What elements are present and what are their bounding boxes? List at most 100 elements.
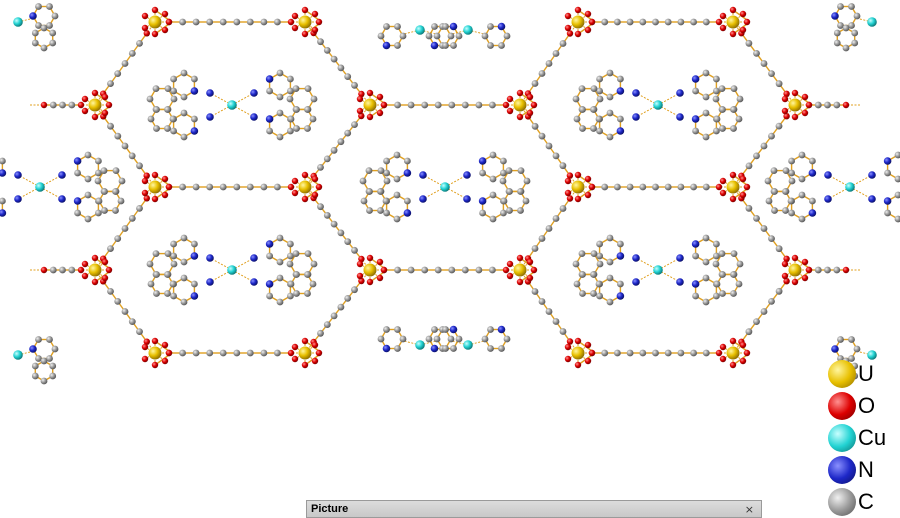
carbon-atom <box>260 183 268 191</box>
carbon-atom <box>596 75 603 83</box>
carbon-atom <box>531 80 539 87</box>
oxygen-atom <box>842 266 850 274</box>
oxygen-atom <box>151 337 159 345</box>
oxygen-atom <box>564 343 572 351</box>
carbon-atom <box>84 151 92 159</box>
carbon-atom <box>153 271 160 278</box>
oxygen-atom <box>380 101 388 109</box>
carbon-atom <box>498 345 505 352</box>
oxygen-atom <box>791 113 799 121</box>
carbon-atom <box>51 12 59 20</box>
carbon-atom <box>617 115 624 123</box>
nitrogen-atom <box>824 195 832 203</box>
nitrogen-atom <box>403 169 412 177</box>
carbon-atom <box>559 205 567 212</box>
carbon-atom <box>431 23 438 30</box>
oxygen-atom <box>781 107 789 115</box>
carbon-atom <box>538 298 546 305</box>
copper-atom <box>415 25 425 35</box>
carbon-atom <box>718 85 726 92</box>
nitrogen-atom <box>497 22 506 31</box>
carbon-atom <box>274 349 281 357</box>
carbon-atom <box>487 42 494 49</box>
carbon-atom <box>112 167 120 175</box>
carbon-atom <box>31 39 39 47</box>
carbon-atom <box>753 152 760 160</box>
carbon-atom <box>606 93 614 101</box>
carbon-atom <box>702 69 710 77</box>
oxygen-atom <box>743 18 751 26</box>
legend-item-carbon: C <box>828 486 900 518</box>
carbon-atom <box>579 125 586 132</box>
close-icon[interactable]: × <box>742 503 757 516</box>
nitrogen-atom <box>616 87 625 95</box>
nitrogen-atom <box>883 197 892 205</box>
element-legend: U O Cu N C <box>828 358 900 518</box>
carbon-atom <box>481 32 489 40</box>
carbon-atom <box>383 326 390 333</box>
carbon-atom <box>442 23 449 30</box>
oxygen-ball-icon <box>828 392 856 420</box>
carbon-atom <box>292 85 300 92</box>
nitrogen-atom <box>58 195 66 203</box>
carbon-atom <box>596 127 603 135</box>
oxygen-atom <box>719 177 727 185</box>
oxygen-atom <box>81 107 89 115</box>
oxygen-atom <box>715 183 723 191</box>
nitrogen-atom <box>676 89 684 97</box>
carbon-atom <box>545 308 553 315</box>
carbon-atom <box>170 260 178 268</box>
carbon-atom <box>180 298 188 306</box>
nitrogen-atom <box>449 22 458 31</box>
carbon-atom <box>775 80 783 88</box>
carbon-atom <box>330 312 338 320</box>
picture-titlebar[interactable]: Picture × <box>307 501 761 517</box>
oxygen-atom <box>105 101 113 109</box>
carbon-atom <box>713 240 720 248</box>
carbon-atom <box>692 87 699 95</box>
carbon-atom <box>287 240 294 248</box>
carbon-atom <box>164 290 171 297</box>
oxygen-atom <box>502 266 510 274</box>
oxygen-atom <box>516 278 524 286</box>
picture-window-title: Picture <box>311 503 349 515</box>
carbon-atom <box>191 280 198 288</box>
nitrogen-atom <box>265 280 274 288</box>
oxygen-atom <box>287 18 295 26</box>
carbon-atom <box>771 207 778 214</box>
carbon-atom <box>287 127 294 135</box>
carbon-atom <box>49 101 57 109</box>
carbon-atom <box>153 125 160 132</box>
legend-item-uranium: U <box>828 358 900 390</box>
nitrogen-atom <box>382 344 391 353</box>
carbon-atom <box>601 349 609 357</box>
carbon-atom <box>596 95 604 103</box>
carbon-atom <box>677 183 685 191</box>
carbon-atom <box>498 42 505 49</box>
oxygen-atom <box>161 10 169 18</box>
carbon-atom <box>522 197 530 205</box>
carbon-atom <box>377 167 385 175</box>
carbon-atom <box>49 39 57 47</box>
carbon-atom <box>317 38 324 46</box>
nitrogen-atom <box>419 171 427 179</box>
carbon-atom <box>394 345 401 352</box>
oxygen-atom <box>141 24 149 32</box>
legend-item-copper: Cu <box>828 422 900 454</box>
carbon-atom <box>690 349 697 357</box>
oxygen-atom <box>584 26 592 34</box>
nitrogen-atom <box>29 12 37 20</box>
oxygen-atom <box>801 93 809 101</box>
nitrogen-atom <box>497 325 506 334</box>
oxygen-atom <box>161 26 169 34</box>
carbon-atom <box>219 18 227 26</box>
oxygen-atom <box>739 175 747 183</box>
carbon-atom <box>590 125 597 132</box>
oxygen-atom <box>516 89 524 97</box>
picture-window[interactable]: Picture × <box>306 500 762 518</box>
carbon-atom <box>894 175 900 183</box>
carbon-atom <box>447 335 455 343</box>
uranium-atom <box>148 180 162 194</box>
carbon-atom <box>107 288 114 295</box>
carbon-atom <box>517 207 524 214</box>
